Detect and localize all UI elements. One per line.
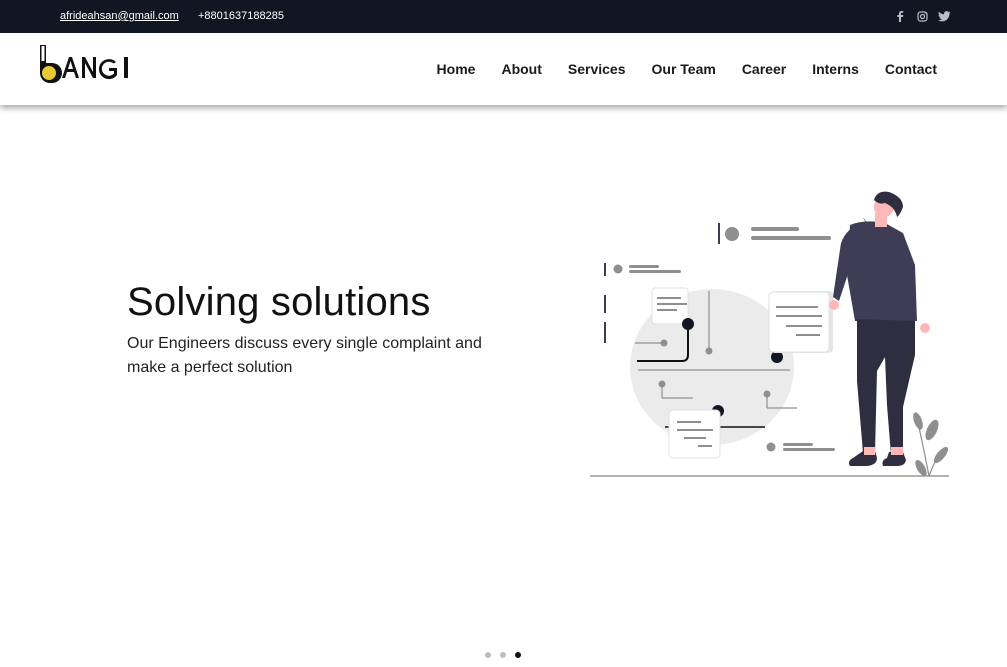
email-link[interactable]: afrideahsan@gmail.com bbox=[60, 10, 179, 22]
primary-nav: Home About Services Our Team Career Inte… bbox=[437, 61, 937, 77]
top-bar: afrideahsan@gmail.com +8801637188285 bbox=[0, 0, 1007, 33]
nav-item-interns[interactable]: Interns bbox=[812, 61, 859, 77]
nav-item-home[interactable]: Home bbox=[437, 61, 476, 77]
facebook-icon[interactable] bbox=[893, 9, 907, 23]
instagram-icon[interactable] bbox=[915, 9, 929, 23]
nav-item-services[interactable]: Services bbox=[568, 61, 626, 77]
nav-item-our-team[interactable]: Our Team bbox=[652, 61, 716, 77]
main-navbar: Home About Services Our Team Career Inte… bbox=[0, 33, 1007, 105]
nav-item-about[interactable]: About bbox=[501, 61, 541, 77]
carousel-dot-3-active[interactable] bbox=[515, 652, 521, 658]
hero-title: Solving solutions bbox=[127, 280, 431, 324]
brand-logo[interactable] bbox=[36, 43, 140, 83]
social-links bbox=[893, 9, 951, 23]
carousel-dot-2[interactable] bbox=[500, 652, 506, 658]
carousel-dot-1[interactable] bbox=[485, 652, 491, 658]
nav-item-career[interactable]: Career bbox=[742, 61, 786, 77]
nav-item-contact[interactable]: Contact bbox=[885, 61, 937, 77]
twitter-icon[interactable] bbox=[937, 9, 951, 23]
hero-illustration bbox=[585, 185, 955, 485]
hero-subtitle: Our Engineers discuss every single compl… bbox=[127, 335, 482, 376]
carousel-indicators bbox=[485, 652, 521, 658]
phone-number: +8801637188285 bbox=[198, 10, 284, 22]
